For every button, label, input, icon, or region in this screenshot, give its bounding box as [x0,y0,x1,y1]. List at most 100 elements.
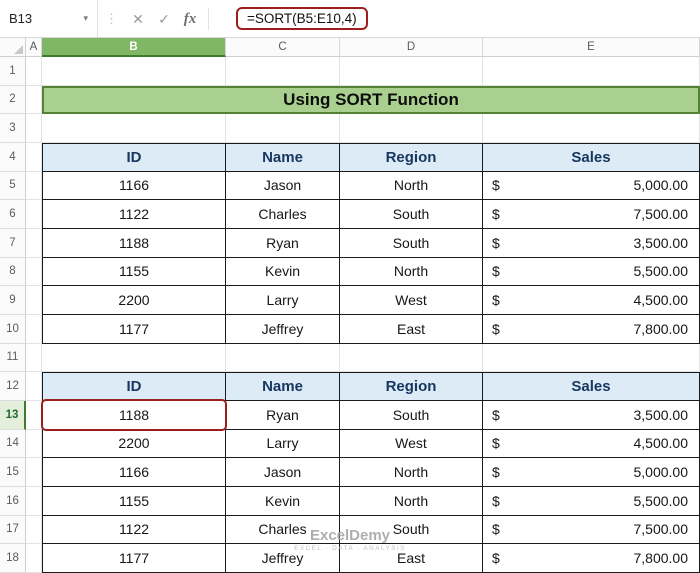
cell-B14[interactable]: 2200 [42,430,226,459]
cell-E8[interactable]: $5,500.00 [483,258,700,287]
row-header-11[interactable]: 11 [0,344,26,373]
cell-A2[interactable] [26,86,42,115]
cell-E11[interactable] [483,344,700,373]
cell-E6[interactable]: $7,500.00 [483,200,700,229]
cell-C14[interactable]: Larry [226,430,340,459]
row-header-5[interactable]: 5 [0,172,26,201]
cell-B11[interactable] [42,344,226,373]
cell-B16[interactable]: 1155 [42,487,226,516]
cell-A10[interactable] [26,315,42,344]
cell-D14[interactable]: West [340,430,483,459]
cell-C13[interactable]: Ryan [226,401,340,430]
cell-A14[interactable] [26,430,42,459]
select-all-corner[interactable] [0,38,26,57]
row-header-14[interactable]: 14 [0,430,26,459]
cell-A4[interactable] [26,143,42,172]
column-header-B[interactable]: B [42,38,226,57]
column-header-C[interactable]: C [226,38,340,57]
cell-E5[interactable]: $5,000.00 [483,172,700,201]
cell-B17[interactable]: 1122 [42,516,226,545]
cell-A5[interactable] [26,172,42,201]
cell-E1[interactable] [483,57,700,86]
cell-E7[interactable]: $3,500.00 [483,229,700,258]
cell-C5[interactable]: Jason [226,172,340,201]
cell-B6[interactable]: 1122 [42,200,226,229]
cell-C7[interactable]: Ryan [226,229,340,258]
cell-D16[interactable]: North [340,487,483,516]
cell-C1[interactable] [226,57,340,86]
cell-D18[interactable]: East [340,544,483,573]
cell-A12[interactable] [26,372,42,401]
row-header-17[interactable]: 17 [0,516,26,545]
table-header-cell[interactable]: ID [42,143,226,172]
cell-D1[interactable] [340,57,483,86]
cell-E10[interactable]: $7,800.00 [483,315,700,344]
cell-B8[interactable]: 1155 [42,258,226,287]
cell-D5[interactable]: North [340,172,483,201]
cell-B5[interactable]: 1166 [42,172,226,201]
row-header-9[interactable]: 9 [0,286,26,315]
name-box[interactable]: B13 ▾ [0,0,98,37]
cell-D8[interactable]: North [340,258,483,287]
cell-B3[interactable] [42,114,226,143]
row-header-7[interactable]: 7 [0,229,26,258]
cell-A6[interactable] [26,200,42,229]
cell-D13[interactable]: South [340,401,483,430]
cell-B18[interactable]: 1177 [42,544,226,573]
cell-E9[interactable]: $4,500.00 [483,286,700,315]
cell-A7[interactable] [26,229,42,258]
row-header-8[interactable]: 8 [0,258,26,287]
cell-D11[interactable] [340,344,483,373]
row-header-2[interactable]: 2 [0,86,26,115]
confirm-button[interactable]: ✓ [151,6,177,32]
cell-C10[interactable]: Jeffrey [226,315,340,344]
cell-D3[interactable] [340,114,483,143]
cell-C18[interactable]: Jeffrey [226,544,340,573]
cell-D7[interactable]: South [340,229,483,258]
table-header-cell[interactable]: ID [42,372,226,401]
table-header-cell[interactable]: Region [340,372,483,401]
cell-D9[interactable]: West [340,286,483,315]
table-header-cell[interactable]: Name [226,143,340,172]
cell-C16[interactable]: Kevin [226,487,340,516]
cell-A3[interactable] [26,114,42,143]
cell-E13[interactable]: $3,500.00 [483,401,700,430]
cell-E3[interactable] [483,114,700,143]
row-header-1[interactable]: 1 [0,57,26,86]
table-header-cell[interactable]: Sales [483,143,700,172]
cell-A1[interactable] [26,57,42,86]
row-header-6[interactable]: 6 [0,200,26,229]
row-header-12[interactable]: 12 [0,372,26,401]
cell-C6[interactable]: Charles [226,200,340,229]
row-header-3[interactable]: 3 [0,114,26,143]
table-header-cell[interactable]: Region [340,143,483,172]
title-banner[interactable]: Using SORT Function [42,86,700,115]
cell-E18[interactable]: $7,800.00 [483,544,700,573]
row-header-10[interactable]: 10 [0,315,26,344]
row-header-13[interactable]: 13 [0,401,26,430]
cell-C11[interactable] [226,344,340,373]
cell-C9[interactable]: Larry [226,286,340,315]
cell-B7[interactable]: 1188 [42,229,226,258]
cell-A8[interactable] [26,258,42,287]
cell-A13[interactable] [26,401,42,430]
cell-A16[interactable] [26,487,42,516]
insert-function-button[interactable]: fx [177,6,203,32]
table-header-cell[interactable]: Sales [483,372,700,401]
table-header-cell[interactable]: Name [226,372,340,401]
cell-C3[interactable] [226,114,340,143]
cell-C17[interactable]: Charles [226,516,340,545]
cell-D10[interactable]: East [340,315,483,344]
row-header-16[interactable]: 16 [0,487,26,516]
cell-B10[interactable]: 1177 [42,315,226,344]
column-header-D[interactable]: D [340,38,483,57]
cell-D6[interactable]: South [340,200,483,229]
cell-A17[interactable] [26,516,42,545]
cell-A15[interactable] [26,458,42,487]
cell-A18[interactable] [26,544,42,573]
row-header-4[interactable]: 4 [0,143,26,172]
cell-E15[interactable]: $5,000.00 [483,458,700,487]
cell-E14[interactable]: $4,500.00 [483,430,700,459]
cell-E17[interactable]: $7,500.00 [483,516,700,545]
cell-A11[interactable] [26,344,42,373]
